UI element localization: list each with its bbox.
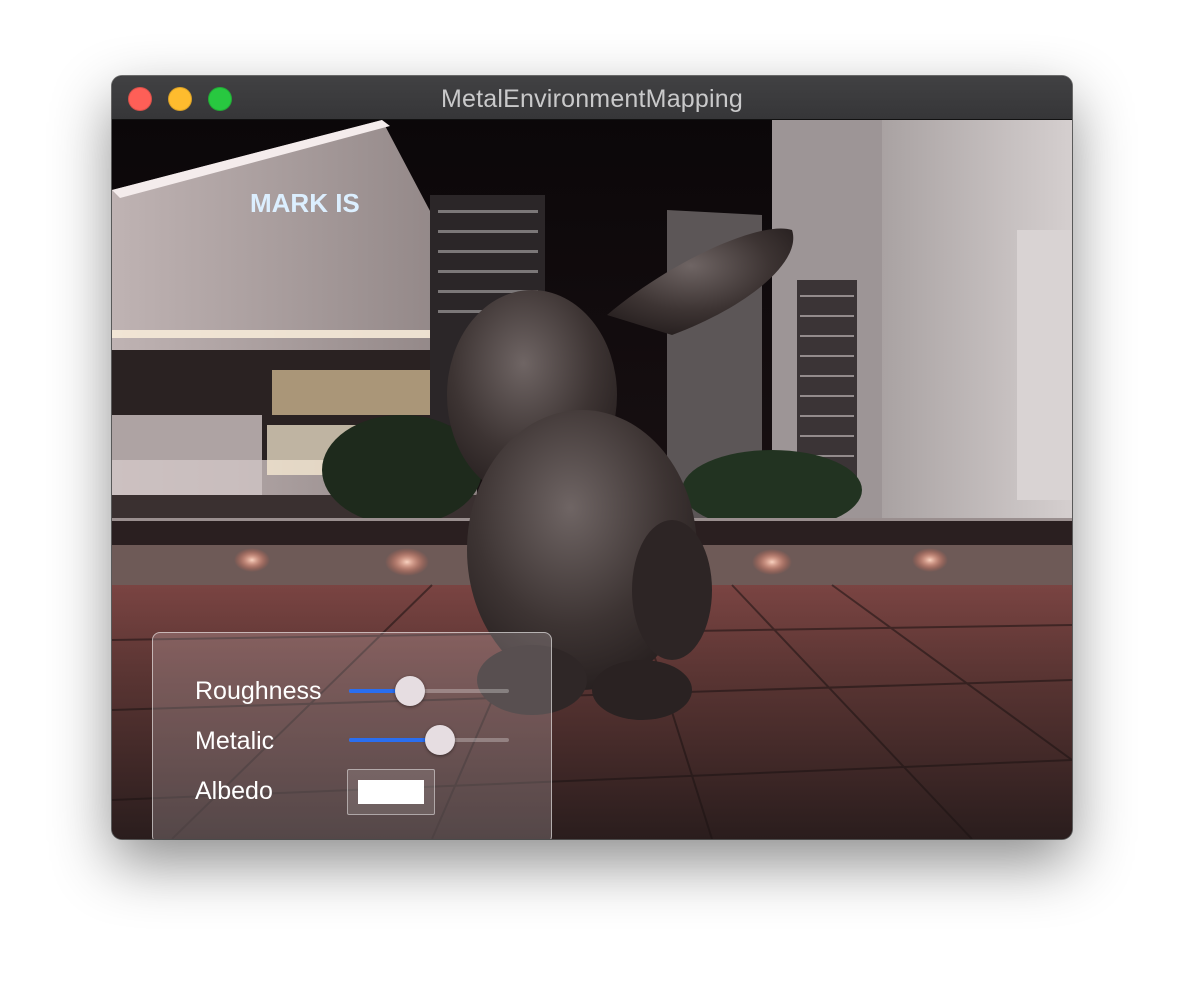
metalic-label: Metalic bbox=[195, 727, 275, 755]
window-title: MetalEnvironmentMapping bbox=[441, 85, 743, 113]
app-window: MetalEnvironmentMapping MARK IS Roughnes… bbox=[112, 76, 1072, 839]
material-controls-panel: Roughness Metalic Albedo bbox=[152, 632, 552, 839]
albedo-label: Albedo bbox=[195, 777, 273, 805]
title-bar[interactable]: MetalEnvironmentMapping bbox=[112, 76, 1072, 120]
slider-thumb[interactable] bbox=[425, 725, 455, 755]
roughness-label: Roughness bbox=[195, 677, 322, 705]
metal-render-view[interactable]: MARK IS Roughness Metalic Albedo bbox=[112, 120, 1072, 839]
slider-thumb[interactable] bbox=[395, 676, 425, 706]
metalic-slider[interactable] bbox=[349, 725, 509, 755]
albedo-color-swatch bbox=[358, 780, 424, 804]
building-sign: MARK IS bbox=[250, 188, 360, 218]
albedo-color-well[interactable] bbox=[347, 769, 435, 815]
roughness-slider[interactable] bbox=[349, 676, 509, 706]
